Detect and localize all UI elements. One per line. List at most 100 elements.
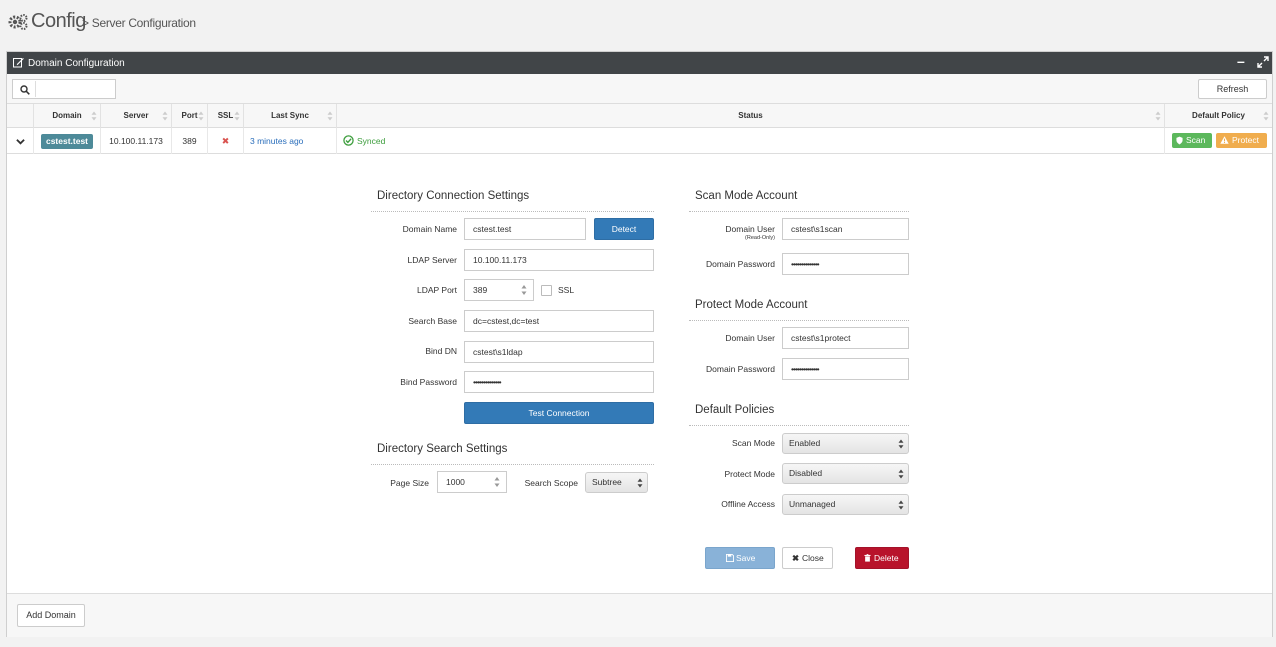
domain-name-input[interactable]: cstest.test [464,218,586,240]
table-toolbar: Refresh [7,74,1272,104]
protect-badge-label: Protect [1232,135,1259,145]
protect-mode-value: Disabled [789,468,823,478]
sort-icon [327,111,333,121]
column-label: SSL [217,111,234,120]
scan-badge-label: Scan [1186,135,1206,145]
ssl-checkbox[interactable] [541,285,552,296]
scan-password-input[interactable]: •••••••••••••• [782,253,909,275]
column-label: Default Policy [1192,111,1245,120]
column-header-port[interactable]: Port [172,104,208,128]
save-label: Save [736,553,756,563]
expand-icon[interactable] [1257,56,1269,68]
offline-access-select[interactable]: Unmanaged [782,494,909,515]
table-row[interactable]: cstest.test 10.100.11.173 389 ✖ 3 minute… [7,128,1272,154]
app-title: Config [31,10,86,32]
default-policies-title: Default Policies [695,404,775,416]
refresh-button[interactable]: Refresh [1198,79,1267,99]
spinner-icon[interactable] [521,284,527,296]
trash-icon [864,554,871,562]
search-scope-value: Subtree [592,477,622,487]
page-size-value: 1000 [446,477,465,487]
sort-icon [1155,111,1161,121]
select-arrows-icon [898,439,904,449]
ssl-label: SSL [558,285,575,295]
column-header-default-policy[interactable]: Default Policy [1165,104,1272,128]
sort-icon [162,111,168,121]
table-header: Domain Server Port SSL Last Sync Status … [7,104,1272,128]
search-scope-select[interactable]: Subtree [585,472,648,493]
scan-password-label: Domain Password [706,259,775,269]
search-scope-label: Search Scope [524,478,578,488]
page-header: Config > Server Configuration [0,0,1276,46]
column-label: Domain [52,111,82,120]
column-header-server[interactable]: Server [101,104,172,128]
directory-search-title: Directory Search Settings [377,443,508,455]
sort-icon [1263,111,1269,121]
section-divider [689,211,909,212]
protect-mode-select[interactable]: Disabled [782,463,909,484]
cell-default-policy: Scan Protect [1165,128,1272,154]
bind-password-label: Bind Password [400,377,457,387]
cell-server: 10.100.11.173 [101,128,172,154]
row-toggle[interactable] [7,128,34,154]
bind-dn-label: Bind DN [425,346,457,356]
edit-icon [13,58,24,68]
protect-account-title: Protect Mode Account [695,299,808,311]
search-icon [20,85,30,95]
sort-icon [91,111,97,121]
save-button[interactable]: Save [705,547,775,569]
last-sync-link[interactable]: 3 minutes ago [244,128,337,154]
cell-domain: cstest.test [34,128,101,154]
delete-button[interactable]: Delete [855,547,909,569]
ldap-server-label: LDAP Server [407,255,457,265]
shield-icon [1176,136,1183,145]
directory-connection-title: Directory Connection Settings [377,190,530,202]
minimize-icon[interactable]: – [1237,54,1249,68]
bind-password-input[interactable]: •••••••••••••• [464,371,654,393]
scan-user-input[interactable]: cstest\s1scan [782,218,909,240]
sort-icon [234,111,240,121]
domain-name-label: Domain Name [402,224,457,234]
cell-status: Synced [337,128,1165,154]
protect-policy-badge: Protect [1216,133,1267,148]
select-arrows-icon [637,478,643,488]
column-label: Port [181,111,198,120]
cell-port: 389 [172,128,208,154]
add-domain-button[interactable]: Add Domain [17,604,85,627]
column-header-domain[interactable]: Domain [34,104,101,128]
protect-password-label: Domain Password [706,364,775,374]
scan-mode-select[interactable]: Enabled [782,433,909,454]
scan-mode-label: Scan Mode [732,438,775,448]
test-connection-button[interactable]: Test Connection [464,402,654,424]
column-label: Status [738,111,763,120]
column-header-last-sync[interactable]: Last Sync [244,104,337,128]
domain-tag[interactable]: cstest.test [40,134,94,149]
close-icon: ✖ [792,553,800,563]
search-input[interactable] [35,81,115,97]
scan-policy-badge: Scan [1172,133,1212,148]
column-header-status[interactable]: Status [337,104,1165,128]
search-base-input[interactable]: dc=cstest,dc=test [464,310,654,332]
panel-footer: Add Domain [7,593,1272,637]
close-button[interactable]: ✖ Close [782,547,833,569]
protect-user-label: Domain User [725,333,775,343]
expand-column-header [7,104,34,128]
offline-access-label: Offline Access [721,499,775,509]
warning-icon [1220,136,1229,144]
detect-button[interactable]: Detect [594,218,654,240]
bind-dn-input[interactable]: cstest\s1ldap [464,341,654,363]
spinner-icon[interactable] [494,476,500,488]
ldap-server-input[interactable]: 10.100.11.173 [464,249,654,271]
select-arrows-icon [898,469,904,479]
ldap-port-stepper[interactable]: 389 [464,279,534,301]
section-divider [371,211,654,212]
save-icon [726,554,734,562]
protect-password-input[interactable]: •••••••••••••• [782,358,909,380]
column-header-ssl[interactable]: SSL [208,104,244,128]
sort-icon [198,111,204,121]
section-divider [689,320,909,321]
section-divider [689,425,909,426]
page-size-stepper[interactable]: 1000 [437,471,507,493]
ldap-port-value: 389 [473,285,488,295]
protect-user-input[interactable]: cstest\s1protect [782,327,909,349]
